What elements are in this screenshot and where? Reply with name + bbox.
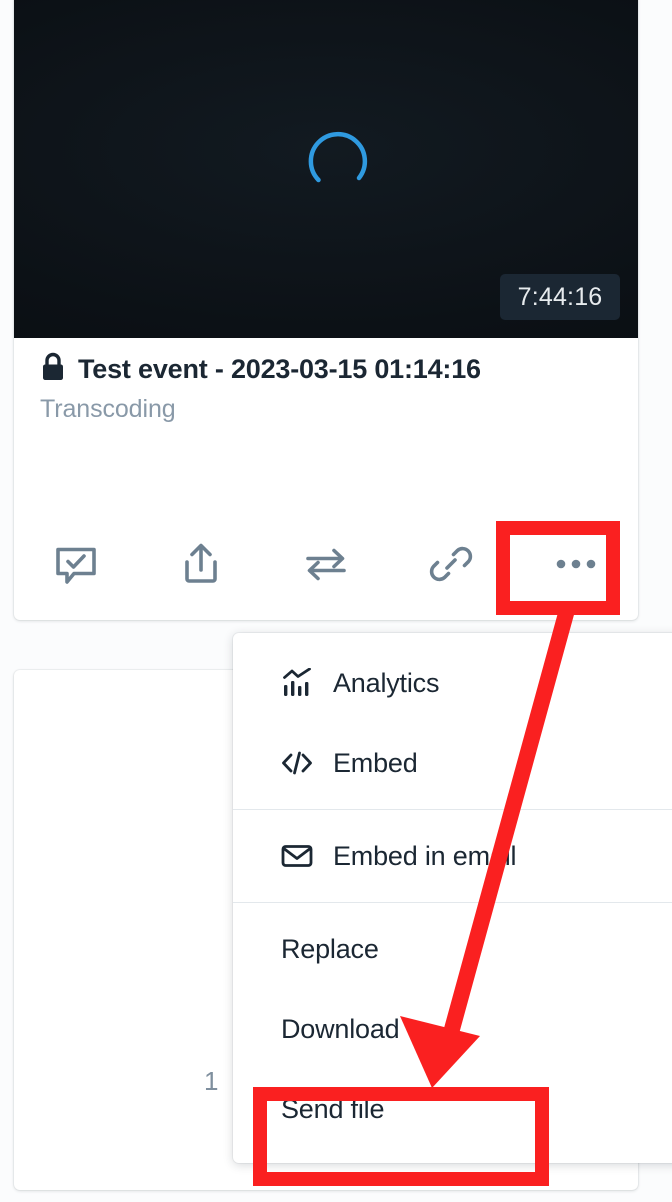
menu-item-label: Analytics — [333, 667, 440, 698]
menu-item-analytics[interactable]: Analytics — [233, 643, 672, 723]
page-title: Test event - 2023-03-15 01:14:16 — [78, 354, 481, 384]
comment-check-icon — [53, 541, 99, 587]
menu-item-label: Embed in email — [333, 840, 517, 871]
share-button[interactable] — [139, 510, 264, 618]
link-icon — [428, 541, 474, 587]
code-brackets-icon — [281, 747, 313, 779]
menu-item-embed-in-email[interactable]: Embed in email — [233, 816, 672, 896]
asset-meta: Test event - 2023-03-15 01:14:16 Transco… — [14, 338, 638, 424]
loading-spinner-icon — [302, 122, 380, 200]
menu-group-2: Embed in email — [233, 810, 672, 902]
more-options-menu[interactable]: Analytics Embed Embed in email Replace D… — [233, 633, 672, 1163]
menu-item-label: Send file — [281, 1093, 385, 1124]
video-preview[interactable]: 7:44:16 — [14, 0, 638, 338]
comment-approve-button[interactable] — [14, 510, 139, 618]
menu-item-send-file[interactable]: Send file — [233, 1069, 672, 1149]
envelope-icon — [281, 840, 313, 872]
menu-item-embed[interactable]: Embed — [233, 723, 672, 803]
screen: 1 7:44:16 Test event - 2023-03-15 01:14:… — [0, 0, 672, 1202]
more-horizontal-icon — [553, 554, 599, 574]
transfer-button[interactable] — [264, 510, 389, 618]
more-options-button[interactable] — [513, 510, 638, 618]
secondary-card-number: 1 — [204, 1066, 219, 1096]
share-upload-icon — [178, 541, 224, 587]
asset-toolbar — [14, 510, 638, 618]
menu-item-label: Replace — [281, 933, 379, 964]
copy-link-button[interactable] — [388, 510, 513, 618]
menu-item-label: Embed — [333, 747, 418, 778]
menu-item-replace[interactable]: Replace — [233, 909, 672, 989]
duration-badge: 7:44:16 — [500, 274, 620, 320]
menu-item-label: Download — [281, 1013, 400, 1044]
asset-card[interactable]: 7:44:16 Test event - 2023-03-15 01:14:16… — [14, 0, 638, 620]
menu-group-1: Analytics Embed — [233, 637, 672, 809]
asset-title-row: Test event - 2023-03-15 01:14:16 — [40, 352, 612, 387]
menu-item-download[interactable]: Download — [233, 989, 672, 1069]
analytics-chart-icon — [281, 667, 313, 699]
lock-icon — [40, 352, 66, 387]
transfer-arrows-icon — [302, 541, 350, 587]
status-badge: Transcoding — [40, 395, 176, 423]
menu-group-3: Replace Download Send file — [233, 903, 672, 1155]
